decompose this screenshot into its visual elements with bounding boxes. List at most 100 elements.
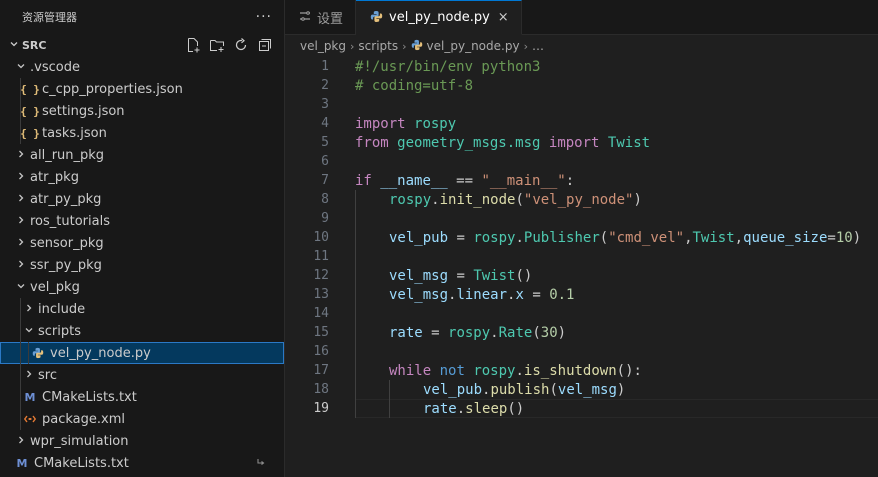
line-number: 17 — [313, 363, 329, 378]
tree-folder[interactable]: wpr_simulation — [0, 430, 284, 452]
code-line[interactable]: 6 — [285, 152, 878, 171]
code-token: 10 — [835, 229, 853, 246]
code-token: : — [565, 172, 575, 189]
code-line[interactable]: 1 #!/usr/bin/env python3 — [285, 57, 878, 76]
chevron-down-icon — [14, 61, 28, 74]
line-number: 18 — [313, 382, 329, 397]
code-line[interactable]: 13 vel_msg.linear.x = 0.1 — [285, 285, 878, 304]
code-text: # coding=utf-8 — [355, 78, 473, 94]
cmake-file-icon: M — [16, 456, 28, 470]
code-line[interactable]: 19 rate.sleep() — [285, 399, 878, 418]
xml-file-icon — [22, 413, 38, 425]
code-token: , — [684, 229, 693, 246]
code-line[interactable]: 2 # coding=utf-8 — [285, 76, 878, 95]
line-number: 6 — [321, 154, 329, 169]
cmake-file-icon: M — [24, 390, 36, 404]
code-text: #!/usr/bin/env python3 — [355, 59, 540, 75]
close-icon[interactable]: × — [498, 10, 509, 25]
breadcrumb-item[interactable]: scripts — [358, 39, 398, 53]
code-token: publish — [490, 381, 550, 398]
code-token: = — [827, 229, 836, 246]
tree-file[interactable]: M CMakeLists.txt — [0, 386, 284, 408]
indent-guide — [355, 228, 356, 247]
code-line[interactable]: 18 vel_pub.publish(vel_msg) — [285, 380, 878, 399]
more-actions-icon[interactable]: ··· — [256, 9, 272, 25]
tree-file[interactable]: { } c_cpp_properties.json — [0, 78, 284, 100]
code-line[interactable]: 16 — [285, 342, 878, 361]
workspace-section-header[interactable]: SRC — [0, 34, 284, 56]
chevron-right-icon — [14, 193, 28, 206]
code-token: ) — [633, 191, 642, 208]
code-line[interactable]: 15 rate = rospy.Rate(30) — [285, 323, 878, 342]
code-line[interactable]: 3 — [285, 95, 878, 114]
collapse-all-icon[interactable] — [256, 36, 274, 54]
code-line[interactable]: 4 import rospy — [285, 114, 878, 133]
new-file-icon[interactable] — [184, 36, 202, 54]
code-line[interactable]: 8 rospy.init_node("vel_py_node") — [285, 190, 878, 209]
code-token: rospy — [473, 362, 516, 379]
code-token: ) — [557, 324, 567, 341]
code-token: 30 — [540, 324, 558, 341]
tree-item-label: package.xml — [42, 411, 125, 427]
tree-file[interactable]: M CMakeLists.txt — [0, 452, 284, 474]
tree-item-label: sensor_pkg — [30, 235, 104, 251]
tree-folder[interactable]: ssr_py_pkg — [0, 254, 284, 276]
tree-item-label: CMakeLists.txt — [42, 389, 137, 405]
code-token: if — [355, 172, 372, 189]
indent-guide — [28, 342, 29, 364]
tree-folder[interactable]: vel_pkg — [0, 276, 284, 298]
tree-file[interactable]: package.xml — [0, 408, 284, 430]
chevron-right-icon — [14, 215, 28, 228]
tab-settings[interactable]: 设置 — [285, 0, 357, 34]
code-line[interactable]: 12 vel_msg = Twist() — [285, 266, 878, 285]
workspace-name: SRC — [22, 38, 47, 52]
chevron-right-icon — [14, 171, 28, 184]
indent-guide — [355, 285, 356, 304]
indent-guide — [355, 323, 356, 342]
indent-guide — [355, 399, 356, 418]
code-token: () — [515, 267, 533, 284]
code-line[interactable]: 10 vel_pub = rospy.Publisher("cmd_vel",Tw… — [285, 228, 878, 247]
code-token: vel_msg — [389, 267, 449, 284]
tree-folder[interactable]: sensor_pkg — [0, 232, 284, 254]
new-folder-icon[interactable] — [208, 36, 226, 54]
indent-guide — [355, 266, 356, 285]
code-line[interactable]: 9 — [285, 209, 878, 228]
chevron-down-icon — [6, 39, 22, 52]
code-token: import — [355, 115, 406, 132]
code-line[interactable]: 5 from geometry_msgs.msg import Twist — [285, 133, 878, 152]
tree-file[interactable]: { } tasks.json — [0, 122, 284, 144]
indent-guide — [389, 380, 390, 399]
line-number: 19 — [313, 401, 329, 416]
tree-folder[interactable]: include — [0, 298, 284, 320]
tree-folder[interactable]: ros_tutorials — [0, 210, 284, 232]
tree-folder[interactable]: atr_pkg — [0, 166, 284, 188]
tree-folder[interactable]: atr_py_pkg — [0, 188, 284, 210]
breadcrumb-item[interactable]: vel_py_node.py — [427, 39, 520, 53]
refresh-icon[interactable] — [232, 36, 250, 54]
tree-folder[interactable]: .vscode — [0, 56, 284, 78]
indent-guide — [355, 304, 356, 323]
code-editor[interactable]: 1 #!/usr/bin/env python3 2 # coding=utf-8 3 4… — [285, 57, 878, 418]
breadcrumb-item[interactable]: … — [532, 39, 544, 53]
code-line[interactable]: 7 if __name__ == "__main__": — [285, 171, 878, 190]
tree-file[interactable]: { } settings.json — [0, 100, 284, 122]
indent-guide — [20, 100, 21, 122]
tree-file[interactable]: vel_py_node.py — [0, 342, 284, 364]
code-line[interactable]: 17 while not rospy.is_shutdown(): — [285, 361, 878, 380]
file-tree: .vscode{ } c_cpp_properties.json{ } settin… — [0, 56, 284, 474]
indent-guide — [20, 122, 21, 144]
line-number: 9 — [321, 211, 329, 226]
code-line[interactable]: 14 — [285, 304, 878, 323]
code-line[interactable]: 11 — [285, 247, 878, 266]
line-number: 16 — [313, 344, 329, 359]
code-token: rospy — [414, 115, 457, 132]
tree-folder[interactable]: scripts — [0, 320, 284, 342]
tree-folder[interactable]: all_run_pkg — [0, 144, 284, 166]
tree-folder[interactable]: src — [0, 364, 284, 386]
breadcrumb-item[interactable]: vel_pkg — [300, 39, 346, 53]
tab-vel-py-node[interactable]: vel_py_node.py × — [356, 0, 522, 35]
